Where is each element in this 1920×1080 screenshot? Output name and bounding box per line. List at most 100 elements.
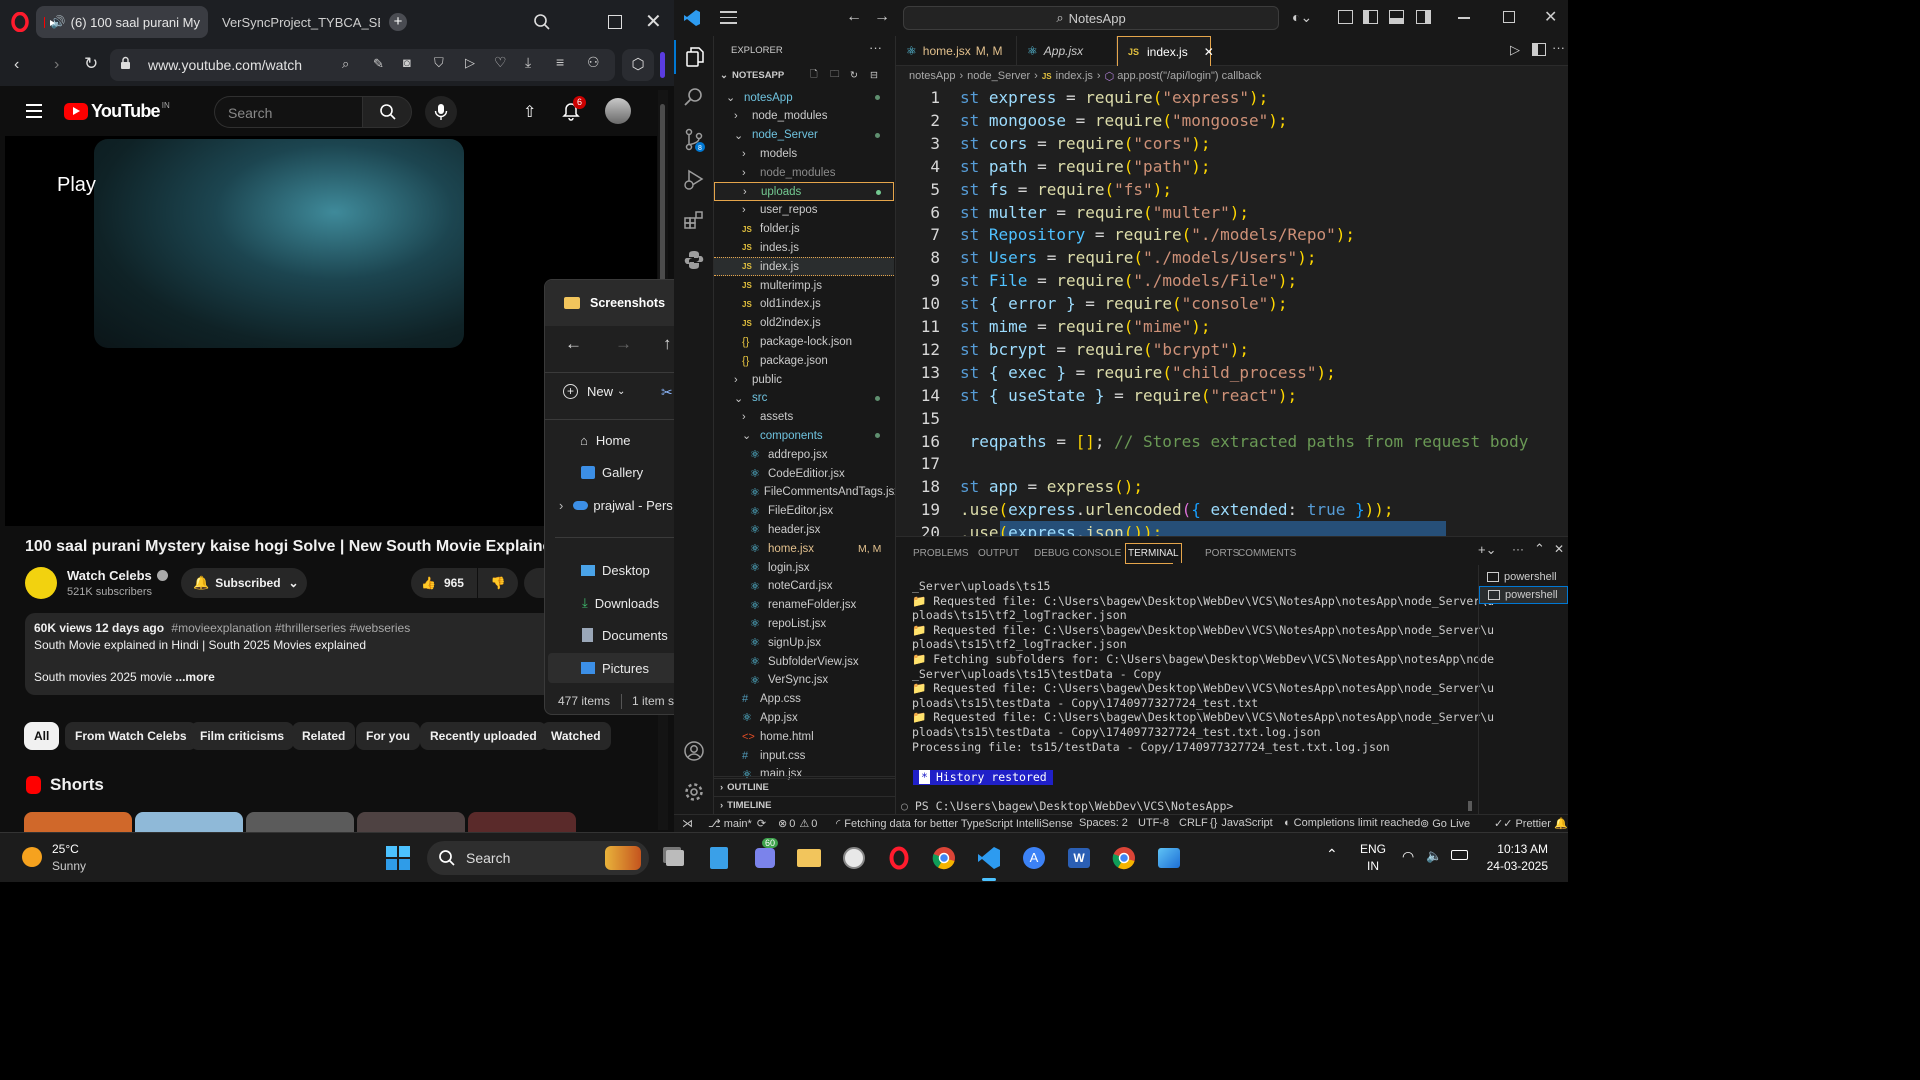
tree-file[interactable]: ⚛ VerSync.jsx [714,671,894,690]
tree-file[interactable]: ⚛ FileEditor.jsx [714,502,894,521]
nav-home[interactable]: ⌂ Home [545,425,674,455]
code-editor[interactable]: 1st express = require("express"); 2st mon… [896,84,1568,536]
copilot-status[interactable]: ◐ Completions limit reached [1284,817,1420,829]
more-actions-icon[interactable]: ··· [869,40,882,55]
channel-name-row[interactable]: Watch Celebs [67,568,168,583]
tree-file[interactable]: ⚛ SubfolderView.jsx [714,652,894,671]
task-view-icon[interactable] [660,843,690,873]
new-button[interactable]: + New ⌄ [563,384,625,399]
typescript-status[interactable]: ◜ Fetching data for better TypeScript Int… [836,817,1073,831]
tree-file[interactable]: JS indes.js [714,238,894,257]
new-tab-button[interactable]: + [389,13,407,31]
back-arrow-icon[interactable]: ← [565,334,582,354]
panel-tab-terminal[interactable]: TERMINAL [1125,543,1182,563]
tree-file[interactable]: JS old2index.js [714,314,894,333]
send-icon[interactable]: ▷ [465,55,475,71]
tree-folder[interactable]: › user_repos [714,201,894,220]
tab-github[interactable]: VerSyncProject_TYBCA_SE [208,6,380,38]
tree-file[interactable]: ⚛ home.jsx M, M [714,539,894,558]
short-thumbnail[interactable] [468,812,576,832]
terminal-prompt[interactable]: ○ PS C:\Users\bagew\Desktop\WebDev\VCS\N… [901,799,1233,813]
address-bar[interactable]: www.youtube.com/watch ⌕ ✎ ◙ ⛉ ▷ ♡ ⤓ ≡ ⚇ [110,49,615,81]
editor-tab-index-js[interactable]: JS index.js ✕ [1117,36,1214,66]
language-indicator[interactable]: ENG IN [1360,842,1386,873]
tree-file[interactable]: ⚛ App.jsx [714,708,894,727]
panel-tab-comments[interactable]: COMMENTS [1238,543,1296,563]
tree-file[interactable]: ⚛ login.jsx [714,558,894,577]
chip-for-you[interactable]: For you [356,722,420,750]
toggle-panel-icon[interactable] [1389,10,1404,24]
weather-temperature[interactable]: 25°C [52,842,79,856]
tree-folder[interactable]: › node_modules [714,163,894,182]
clock[interactable]: 10:13 AM 24-03-2025 [1482,842,1548,873]
taskbar-search-box[interactable]: Search [427,841,649,875]
chip-recently-uploaded[interactable]: Recently uploaded [420,722,547,750]
new-terminal-icon[interactable]: +⌄ [1478,542,1496,558]
chrome-profile-icon[interactable] [1109,843,1139,873]
nav-desktop[interactable]: Desktop [545,555,674,585]
python-icon[interactable] [683,249,705,271]
word-icon[interactable]: W [1064,843,1094,873]
notifications-bell-icon[interactable]: 🔔 [1554,817,1568,830]
close-tab-icon[interactable]: ✕ [1204,45,1214,59]
youtube-logo[interactable]: YouTube IN [64,101,170,122]
shield-icon[interactable]: ⛉ [434,55,444,71]
explorer-title-tab[interactable]: Screenshots [545,280,674,326]
indentation-status[interactable]: Spaces: 2 [1079,817,1128,829]
tree-folder[interactable]: ⌄ notesApp [714,88,894,107]
edit-icon[interactable]: ✎ [373,56,384,72]
minimize-icon[interactable] [1458,17,1470,19]
nav-gallery[interactable]: Gallery [545,457,674,487]
source-control-icon[interactable]: 8 [683,128,707,152]
tree-file[interactable]: {} package.json [714,351,894,370]
nav-documents[interactable]: Documents [545,620,674,650]
tree-file[interactable]: ⚛ addrepo.jsx [714,445,894,464]
nav-onedrive[interactable]: › prajwal - Pers [545,490,674,520]
notifications-bell-icon[interactable]: 6 [562,96,587,122]
upload-icon[interactable]: ⇧ [523,102,536,122]
photos-icon[interactable] [1154,843,1184,873]
app-store-icon[interactable]: A [1019,843,1049,873]
panel-tab-problems[interactable]: PROBLEMS [913,543,969,563]
extensions-icon[interactable]: ⬡ [622,49,654,81]
terminal-instance[interactable]: powershell [1479,568,1568,586]
prettier-status[interactable]: ✓✓ Prettier [1494,817,1551,831]
toggle-secondary-sidebar-icon[interactable] [1416,10,1431,24]
chip-related[interactable]: Related [292,722,356,750]
clock-app-icon[interactable] [839,843,869,873]
nav-back-icon[interactable]: ← [846,8,862,26]
tree-folder[interactable]: › assets [714,408,894,427]
tree-folder[interactable]: ⌄ node_Server [714,126,894,145]
cut-icon[interactable]: ✂ [661,384,673,401]
tree-file[interactable]: JS index.js [714,257,894,277]
subscribed-button[interactable]: 🔔 Subscribed ⌄ [181,568,307,598]
short-thumbnail[interactable] [135,812,243,832]
panel-tab-ports[interactable]: PORTS [1205,543,1239,563]
collapse-all-icon[interactable]: ⊟ [870,70,878,81]
run-debug-icon[interactable] [683,168,705,190]
tree-file[interactable]: # input.css [714,746,894,765]
download-icon[interactable]: ⤓ [525,54,531,71]
forward-icon[interactable]: › [54,56,59,74]
chip-all[interactable]: All [24,722,60,750]
refresh-icon[interactable]: ↻ [850,70,858,81]
opera-logo-icon[interactable] [10,12,30,32]
vscode-taskbar-icon[interactable] [974,843,1004,873]
tab-youtube[interactable]: 🔊 (6) 100 saal purani My [36,6,208,38]
branch-status[interactable]: ⎇ main* ⟳ [708,817,766,831]
tree-file[interactable]: ⚛ noteCard.jsx [714,577,894,596]
short-thumbnail[interactable] [246,812,354,832]
tree-file[interactable]: ⚛ renameFolder.jsx [714,596,894,615]
encoding-status[interactable]: UTF-8 [1138,817,1169,829]
chip-film-criticisms[interactable]: Film criticisms [190,722,295,750]
more-actions-icon[interactable]: ··· [1552,40,1565,55]
short-thumbnail[interactable] [357,812,465,832]
nav-pictures[interactable]: Pictures [548,653,674,683]
reload-icon[interactable]: ↻ [84,54,98,74]
breadcrumb-item[interactable]: index.js [1056,70,1093,82]
tree-folder[interactable]: ⌄ src [714,389,894,408]
tree-file[interactable]: ⚛ CodeEditior.jsx [714,464,894,483]
editor-tab-home-jsx[interactable]: ⚛ home.jsx M, M [896,36,1017,66]
tree-folder[interactable]: › node_modules [714,107,894,126]
editor-scrollbar[interactable] [1557,84,1568,536]
